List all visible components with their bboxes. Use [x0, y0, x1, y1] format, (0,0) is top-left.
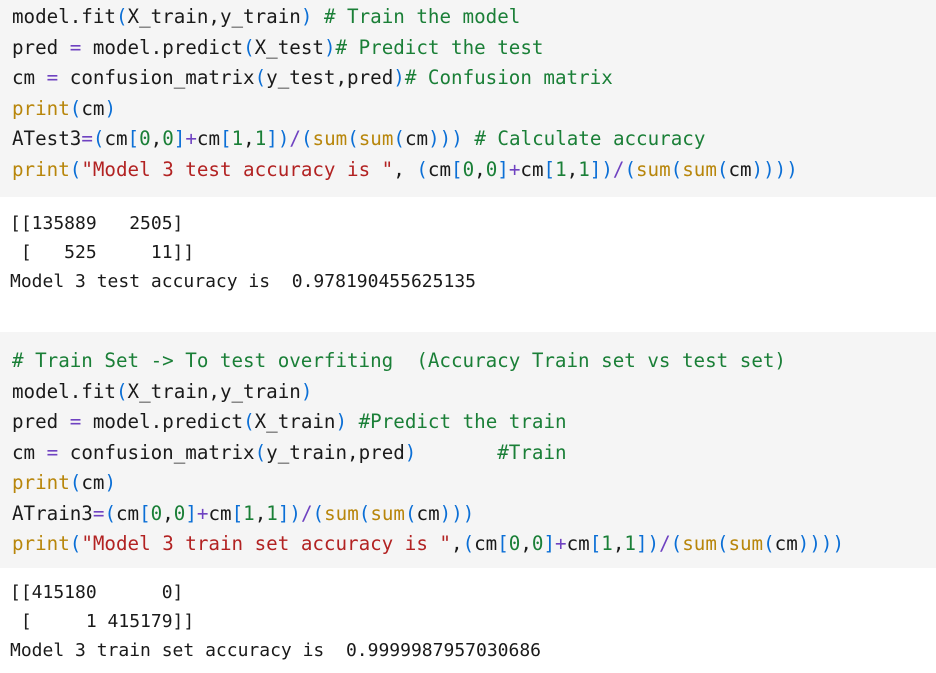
code-cell-2-output: [[415180 0] [ 1 415179]] Model 3 train s…	[0, 568, 936, 673]
code-line: print(cm)	[12, 468, 936, 499]
code-text: model.fit(X_train,y_train) # Train the m…	[12, 5, 521, 28]
code-line: ATest3=(cm[0,0]+cm[1,1])/(sum(sum(cm))) …	[12, 124, 936, 155]
output-line: [ 1 415179]]	[10, 607, 936, 636]
code-line: pred = model.predict(X_test)# Predict th…	[12, 33, 936, 64]
code-line: ATrain3=(cm[0,0]+cm[1,1])/(sum(sum(cm)))	[12, 499, 936, 530]
output-line: Model 3 train set accuracy is 0.99999879…	[10, 636, 936, 665]
code-line: cm = confusion_matrix(y_test,pred)# Conf…	[12, 63, 936, 94]
output-line: Model 3 test accuracy is 0.9781904556251…	[10, 267, 936, 296]
code-line: model.fit(X_train,y_train)	[12, 377, 936, 408]
code-line: # Train Set -> To test overfiting (Accur…	[12, 346, 936, 377]
code-text: print(cm)	[12, 96, 116, 120]
output-text: [ 1 415179]]	[10, 611, 195, 632]
code-text: ATrain3=(cm[0,0]+cm[1,1])/(sum(sum(cm)))	[12, 501, 475, 525]
output-text: Model 3 test accuracy is 0.9781904556251…	[10, 271, 476, 292]
output-line: [ 525 11]]	[10, 238, 936, 267]
output-text: [[135889 2505]	[10, 213, 184, 234]
code-cell-2-input[interactable]: # Train Set -> To test overfiting (Accur…	[0, 332, 936, 568]
code-line: pred = model.predict(X_train) #Predict t…	[12, 407, 936, 438]
code-line: print("Model 3 train set accuracy is ",(…	[12, 529, 936, 560]
code-text: print("Model 3 test accuracy is ", (cm[0…	[12, 157, 798, 181]
output-text: [[415180 0]	[10, 582, 184, 603]
code-line: print("Model 3 test accuracy is ", (cm[0…	[12, 155, 936, 186]
code-text: print("Model 3 train set accuracy is ",(…	[12, 532, 845, 555]
code-text: # Train Set -> To test overfiting (Accur…	[12, 349, 786, 372]
code-text: cm = confusion_matrix(y_test,pred)# Conf…	[12, 66, 613, 89]
code-cell-1-input[interactable]: model.fit(X_train,y_train) # Train the m…	[0, 0, 936, 197]
code-text: print(cm)	[12, 471, 116, 494]
code-line: cm = confusion_matrix(y_train,pred) #Tra…	[12, 438, 936, 469]
code-text: cm = confusion_matrix(y_train,pred) #Tra…	[12, 440, 567, 464]
code-cell-1-output: [[135889 2505] [ 525 11]] Model 3 test a…	[0, 197, 936, 332]
output-line: [[415180 0]	[10, 578, 936, 607]
code-text: pred = model.predict(X_train) #Predict t…	[12, 410, 567, 433]
output-text: [ 525 11]]	[10, 242, 195, 263]
code-line: model.fit(X_train,y_train) # Train the m…	[12, 2, 936, 33]
code-text: model.fit(X_train,y_train)	[12, 379, 313, 403]
code-line: print(cm)	[12, 94, 936, 125]
code-text: ATest3=(cm[0,0]+cm[1,1])/(sum(sum(cm))) …	[12, 127, 706, 150]
output-text: Model 3 train set accuracy is 0.99999879…	[10, 640, 542, 661]
code-text: pred = model.predict(X_test)# Predict th…	[12, 35, 544, 59]
output-line: [[135889 2505]	[10, 209, 936, 238]
